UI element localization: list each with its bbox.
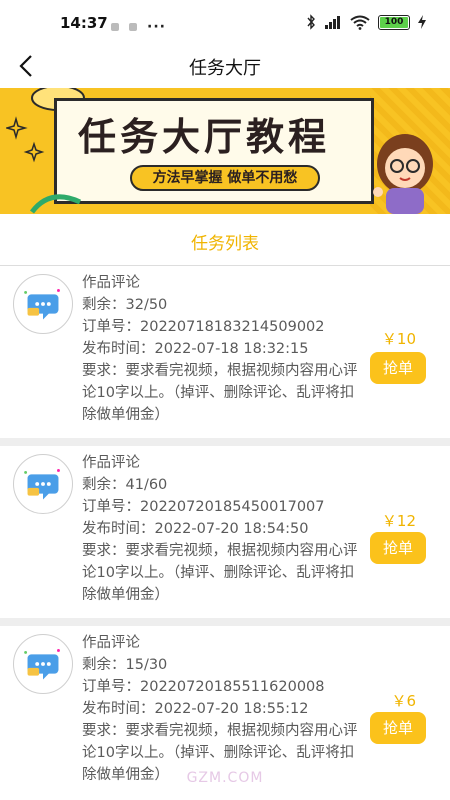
girl-illustration-icon	[373, 134, 433, 214]
task-requirement: 要求：要求看完视频，根据视频内容用心评论10字以上。（掉评、删除评论、乱评将扣除…	[82, 363, 358, 423]
task-type: 作品评论	[82, 455, 140, 471]
nav-bar: 任务大厅	[0, 44, 450, 88]
task-remaining: 剩余：32/50	[82, 297, 168, 313]
task-requirement: 要求：要求看完视频，根据视频内容用心评论10字以上。（掉评、删除评论、乱评将扣除…	[82, 543, 358, 603]
tutorial-banner[interactable]: 任务大厅教程 方法早掌握 做单不用愁	[0, 88, 450, 214]
status-bar: 14:37 ··· 100	[0, 0, 450, 44]
task-remaining: 剩余：15/30	[82, 657, 168, 673]
comment-bubble-icon	[24, 289, 60, 320]
task-type: 作品评论	[82, 635, 140, 651]
task-order-number: 订单号：20220720185450017007	[82, 499, 325, 515]
charging-icon	[418, 15, 426, 29]
task-price: ￥10	[381, 330, 416, 348]
task-price: ￥12	[381, 512, 416, 530]
task-order-number: 订单号：20220720185511620008	[82, 679, 325, 695]
task-avatar	[13, 454, 73, 514]
banner-title: 任务大厅教程	[78, 115, 331, 159]
task-order-number: 订单号：20220718183214509002	[82, 319, 325, 335]
notification-icons: ···	[111, 19, 166, 35]
comment-bubble-icon	[24, 649, 60, 680]
task-price: ￥6	[391, 692, 416, 710]
task-publish-time: 发布时间：2022-07-18 18:32:15	[82, 341, 309, 357]
task-type: 作品评论	[82, 275, 140, 291]
grab-order-button[interactable]: 抢单	[370, 532, 426, 564]
task-publish-time: 发布时间：2022-07-20 18:54:50	[82, 521, 309, 537]
divider	[0, 618, 450, 626]
more-notifications: ···	[147, 19, 166, 35]
bluetooth-icon	[307, 14, 315, 30]
task-card[interactable]: 作品评论 剩余：41/60 订单号：20220720185450017007 发…	[0, 446, 450, 618]
sparkle-icon	[6, 116, 45, 163]
watermark: GZM.COM	[186, 770, 264, 786]
banner-subtitle: 方法早掌握 做单不用愁	[130, 165, 320, 191]
notification-icon	[129, 23, 137, 31]
battery-level: 100	[384, 17, 404, 27]
task-list-header: 任务列表	[0, 214, 450, 266]
notification-icon	[111, 23, 119, 31]
task-publish-time: 发布时间：2022-07-20 18:55:12	[82, 701, 309, 717]
section-title: 任务列表	[191, 234, 259, 254]
task-avatar	[13, 274, 73, 334]
signal-icon	[325, 16, 340, 29]
grab-order-button[interactable]: 抢单	[370, 352, 426, 384]
comment-bubble-icon	[24, 469, 60, 500]
battery-icon: 100	[378, 14, 410, 30]
task-remaining: 剩余：41/60	[82, 477, 168, 493]
swirl-decoration-icon	[30, 194, 82, 214]
wifi-icon	[350, 15, 370, 30]
task-avatar	[13, 634, 73, 694]
status-time: 14:37	[60, 14, 108, 32]
grab-order-button[interactable]: 抢单	[370, 712, 426, 744]
page-title: 任务大厅	[189, 58, 261, 79]
divider	[0, 438, 450, 446]
task-card[interactable]: 作品评论 剩余：32/50 订单号：20220718183214509002 发…	[0, 266, 450, 438]
